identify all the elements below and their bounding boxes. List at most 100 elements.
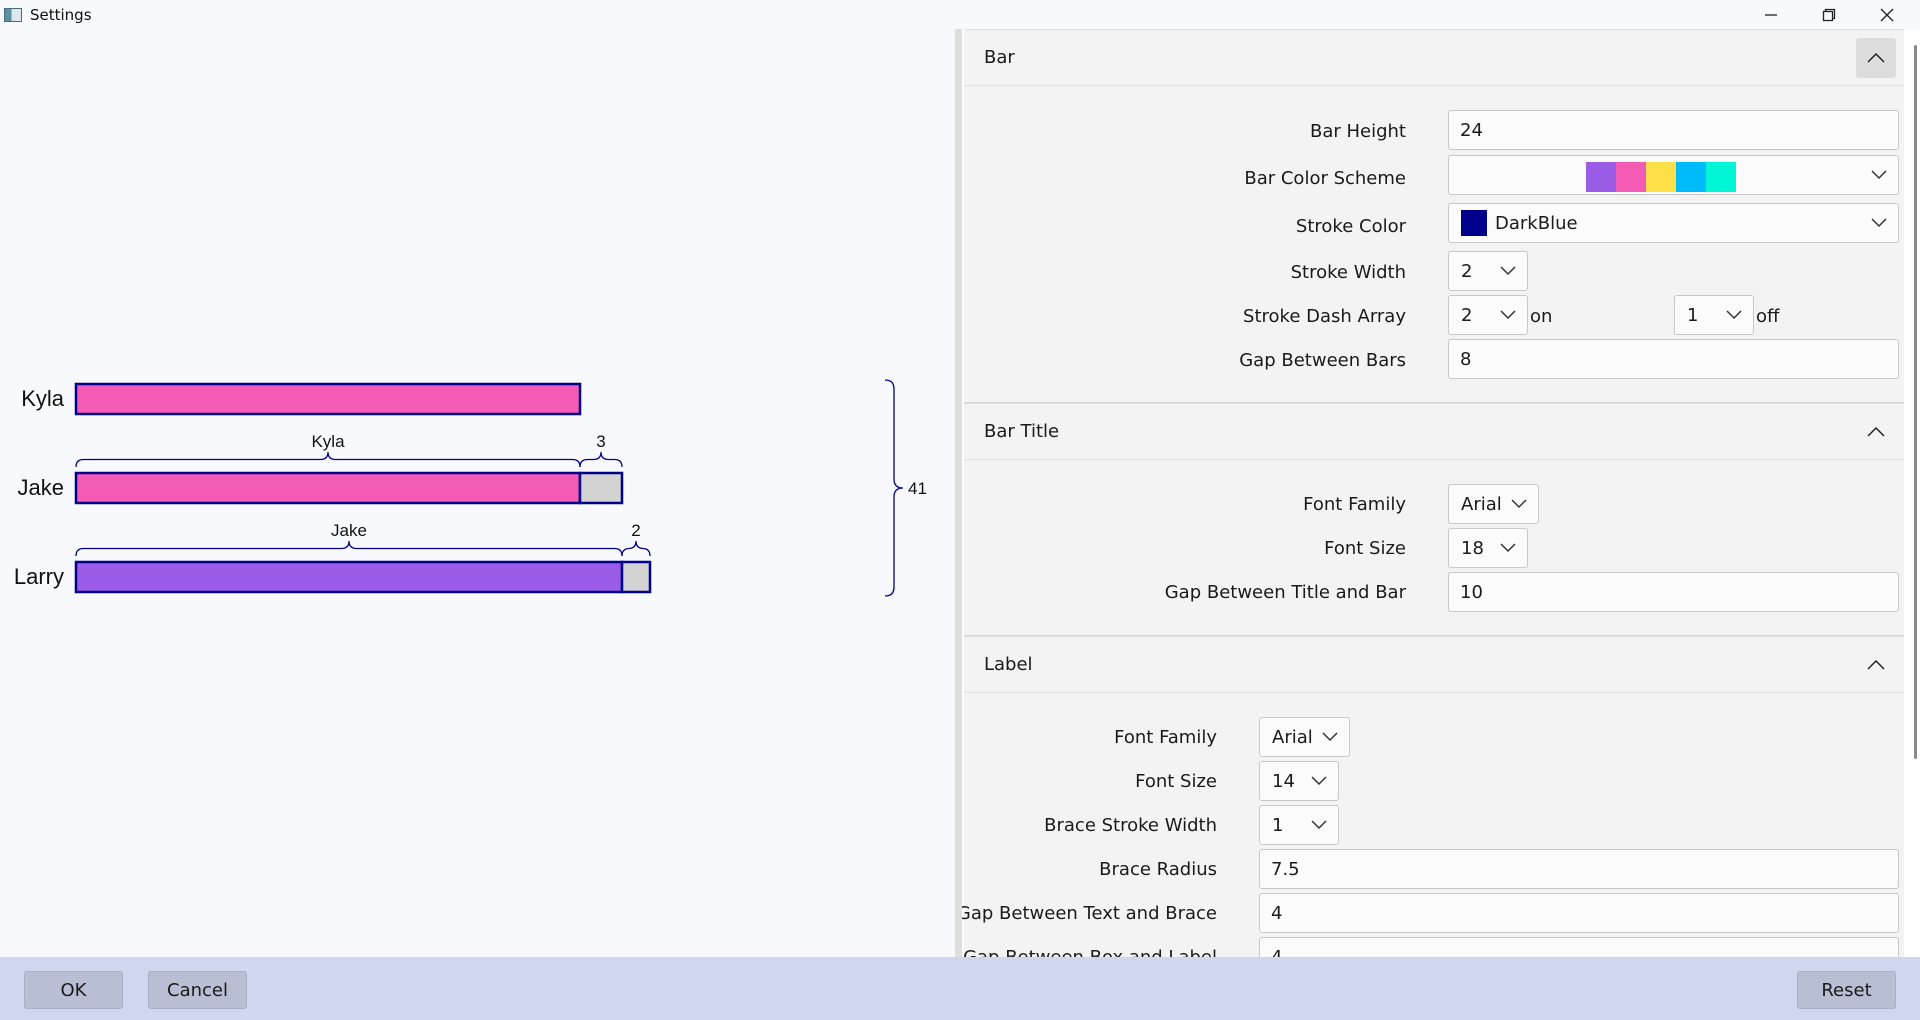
segment-brace — [621, 540, 651, 557]
color-swatch-2 — [1646, 162, 1676, 192]
stroke-width-value: 2 — [1461, 260, 1473, 282]
gap-box-label-field[interactable]: 4 — [1259, 937, 1899, 957]
chevron-down-icon — [1500, 310, 1516, 320]
gap-text-brace-label: Gap Between Text and Brace — [962, 903, 1217, 924]
chevron-down-icon — [1500, 543, 1516, 553]
color-swatch-1 — [1616, 162, 1646, 192]
bar-title: Larry — [14, 564, 64, 589]
chevron-down-icon — [1311, 820, 1327, 830]
chevron-down-icon — [1500, 266, 1516, 276]
brace-label: Jake — [331, 521, 367, 540]
button-bar: OK Cancel Reset — [0, 957, 1920, 1020]
preview-canvas: Kyla Jake Larry Kyla 3 Jake 2 41 — [14, 379, 927, 597]
stroke-color-swatch — [1461, 210, 1487, 236]
dash-on-value: 2 — [1461, 304, 1473, 326]
label-font-size-label: Font Size — [1135, 771, 1217, 792]
section-header-label[interactable]: Label — [964, 636, 1904, 693]
stroke-color-select[interactable]: DarkBlue — [1448, 203, 1899, 243]
title-font-family-label: Font Family — [1303, 494, 1406, 515]
total-label: 41 — [908, 479, 927, 498]
brace-stroke-width-select[interactable]: 1 — [1259, 805, 1339, 845]
reset-button[interactable]: Reset — [1797, 971, 1896, 1009]
title-font-family-value: Arial — [1461, 493, 1502, 515]
chart-preview: Kyla Jake Larry Kyla 3 Jake 2 41 — [0, 29, 955, 957]
settings-panel: Bar Bar Height 24 Bar Color Scheme Strok… — [962, 29, 1920, 957]
dash-on-suffix: on — [1530, 306, 1553, 327]
color-swatch-0 — [1586, 162, 1616, 192]
brace-stroke-width-label: Brace Stroke Width — [1044, 815, 1217, 836]
dash-off-suffix: off — [1756, 306, 1780, 327]
ok-button[interactable]: OK — [24, 971, 123, 1009]
color-scheme-select[interactable] — [1448, 155, 1899, 195]
restore-button[interactable] — [1800, 0, 1858, 29]
collapse-bar-button[interactable] — [1856, 38, 1896, 78]
color-scheme-swatches — [1586, 162, 1736, 192]
total-brace — [884, 379, 904, 597]
gap-between-bars-field[interactable]: 8 — [1448, 339, 1899, 379]
stroke-color-label: Stroke Color — [1295, 216, 1406, 237]
bar-segment — [74, 471, 582, 505]
section-title: Bar — [984, 47, 1015, 68]
bar-height-label: Bar Height — [1309, 121, 1406, 142]
dash-on-select[interactable]: 2 — [1448, 295, 1528, 335]
window-title: Settings — [30, 5, 92, 24]
section-header-bar[interactable]: Bar — [964, 29, 1904, 86]
segment-brace — [75, 451, 581, 468]
color-swatch-4 — [1706, 162, 1736, 192]
chevron-down-icon — [1726, 310, 1742, 320]
label-font-family-label: Font Family — [1114, 727, 1217, 748]
title-font-family-select[interactable]: Arial — [1448, 484, 1539, 524]
chevron-down-icon — [1311, 776, 1327, 786]
gap-box-label-label: Gap Between Box and Label — [963, 947, 1217, 957]
chevron-down-icon — [1871, 170, 1887, 180]
chevron-up-icon — [1867, 660, 1885, 670]
stroke-width-select[interactable]: 2 — [1448, 251, 1528, 291]
section-title: Bar Title — [984, 421, 1060, 442]
dash-off-value: 1 — [1687, 304, 1699, 326]
restore-icon — [1822, 8, 1836, 21]
gap-text-brace-field[interactable]: 4 — [1259, 893, 1899, 933]
collapse-label-button[interactable] — [1856, 645, 1896, 685]
brace-radius-field[interactable]: 7.5 — [1259, 849, 1899, 889]
label-font-size-select[interactable]: 14 — [1259, 761, 1339, 801]
chevron-up-icon — [1867, 427, 1885, 437]
label-font-family-select[interactable]: Arial — [1259, 717, 1350, 757]
bar-height-field[interactable]: 24 — [1448, 110, 1899, 150]
bar-title: Jake — [18, 475, 64, 500]
cancel-button[interactable]: Cancel — [148, 971, 247, 1009]
panel-scrollbar[interactable] — [1914, 45, 1917, 759]
title-font-size-value: 18 — [1461, 537, 1484, 559]
close-icon — [1880, 8, 1894, 21]
section-body-bar-title: Font Family Arial Font Size 18 Gap Betwe… — [964, 460, 1904, 636]
minimize-icon — [1765, 13, 1777, 16]
minimize-button[interactable] — [1742, 0, 1800, 29]
brace-label: 2 — [631, 521, 640, 540]
title-gap-field[interactable]: 10 — [1448, 572, 1899, 612]
bar-segment — [74, 382, 582, 416]
section-header-bar-title[interactable]: Bar Title — [964, 403, 1904, 460]
dash-array-label: Stroke Dash Array — [1243, 306, 1406, 327]
dash-off-select[interactable]: 1 — [1674, 295, 1754, 335]
chevron-down-icon — [1871, 218, 1887, 228]
app-icon — [4, 7, 22, 22]
close-button[interactable] — [1858, 0, 1916, 29]
bar-title: Kyla — [21, 386, 65, 411]
color-swatch-3 — [1676, 162, 1706, 192]
bar-segment — [578, 471, 624, 505]
section-body-bar: Bar Height 24 Bar Color Scheme Stroke Co… — [964, 86, 1904, 403]
stroke-color-value: DarkBlue — [1495, 212, 1578, 234]
collapse-bar-title-button[interactable] — [1856, 412, 1896, 452]
color-scheme-label: Bar Color Scheme — [1244, 168, 1406, 189]
section-body-label: Font Family Arial Font Size 14 Brace Str… — [962, 693, 1904, 957]
title-font-size-label: Font Size — [1324, 538, 1406, 559]
segment-brace — [579, 451, 623, 468]
brace-stroke-width-value: 1 — [1272, 814, 1284, 836]
brace-radius-label: Brace Radius — [1099, 859, 1217, 880]
title-font-size-select[interactable]: 18 — [1448, 528, 1528, 568]
gap-between-bars-label: Gap Between Bars — [1239, 350, 1406, 371]
chevron-down-icon — [1322, 732, 1338, 742]
section-title: Label — [984, 654, 1033, 675]
title-gap-label: Gap Between Title and Bar — [1164, 582, 1406, 603]
stroke-width-label: Stroke Width — [1290, 262, 1406, 283]
splitter-handle[interactable] — [955, 29, 962, 957]
